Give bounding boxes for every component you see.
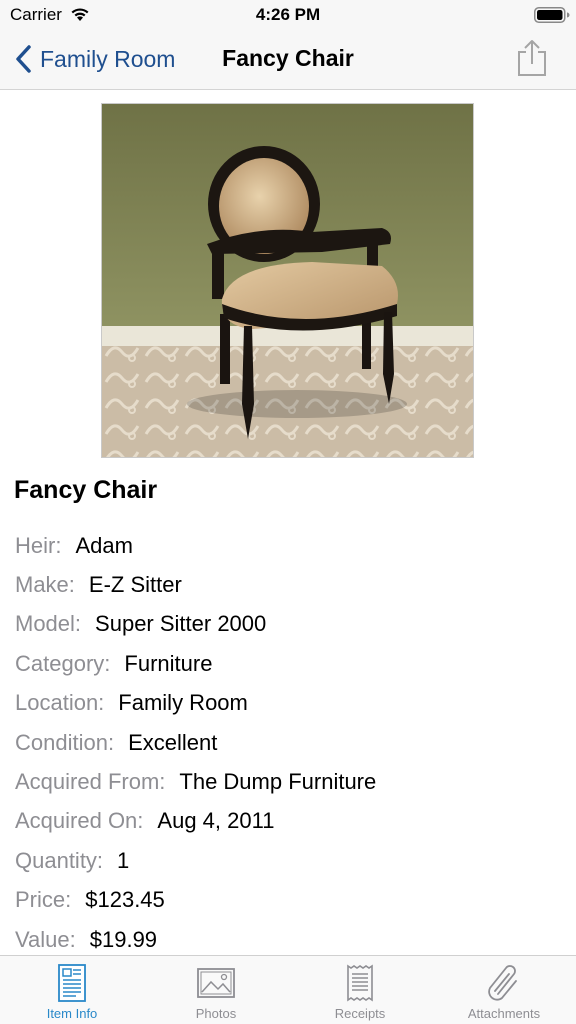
photo-icon	[197, 968, 235, 998]
paperclip-icon	[488, 965, 517, 1001]
detail-label: Value:	[15, 926, 76, 952]
item-photo[interactable]	[101, 103, 474, 458]
detail-label: Price:	[15, 887, 72, 913]
clock: 4:26 PM	[255, 5, 321, 24]
navigation-bar: Family Room Fancy Chair	[0, 30, 576, 90]
status-bar: Carrier 4:26 PM	[0, 0, 576, 30]
detail-label: Category:	[15, 650, 111, 676]
detail-label: Quantity:	[15, 847, 104, 873]
tab-label: Photos	[195, 1006, 237, 1021]
chair-photo	[102, 104, 473, 457]
detail-row-category: Category: Furniture	[15, 644, 565, 683]
detail-row-quantity: Quantity: 1	[15, 841, 565, 880]
detail-row-location: Location: Family Room	[15, 684, 565, 723]
item-details: Heir: Adam Make: E-Z Sitter Model: Super…	[15, 526, 565, 959]
tab-receipts[interactable]: Receipts	[288, 956, 432, 1024]
detail-value: Excellent	[128, 729, 218, 755]
detail-value: Furniture	[124, 650, 213, 676]
detail-row-acquired-on: Acquired On: Aug 4, 2011	[15, 802, 565, 841]
tab-label: Receipts	[334, 1006, 386, 1021]
tab-label: Attachments	[467, 1006, 541, 1021]
nav-title: Fancy Chair	[222, 45, 354, 71]
detail-row-condition: Condition: Excellent	[15, 723, 565, 762]
detail-value: The Dump Furniture	[179, 769, 377, 795]
detail-label: Acquired On:	[15, 808, 144, 834]
detail-label: Model:	[15, 611, 82, 637]
detail-value: 1	[117, 847, 130, 873]
detail-value: $19.99	[89, 926, 158, 952]
detail-value: $123.45	[85, 887, 165, 913]
back-button-label: Family Room	[40, 45, 176, 72]
detail-row-price: Price: $123.45	[15, 881, 565, 920]
detail-value: Super Sitter 2000	[95, 611, 267, 637]
document-icon	[58, 964, 86, 1002]
detail-row-heir: Heir: Adam	[15, 526, 565, 565]
detail-row-acquired-from: Acquired From: The Dump Furniture	[15, 762, 565, 801]
detail-value: Family Room	[118, 690, 248, 716]
detail-row-value: Value: $19.99	[15, 920, 565, 959]
detail-row-make: Make: E-Z Sitter	[15, 565, 565, 604]
detail-label: Heir:	[15, 532, 62, 558]
tab-photos[interactable]: Photos	[144, 956, 288, 1024]
tab-attachments[interactable]: Attachments	[432, 956, 576, 1024]
back-button[interactable]: Family Room	[14, 42, 175, 76]
tab-item-info[interactable]: Item Info	[0, 956, 144, 1024]
detail-label: Location:	[15, 690, 105, 716]
detail-label: Acquired From:	[15, 769, 166, 795]
detail-value: E-Z Sitter	[88, 572, 182, 598]
battery-icon	[534, 7, 570, 23]
share-icon[interactable]	[515, 38, 549, 78]
detail-row-model: Model: Super Sitter 2000	[15, 605, 565, 644]
tab-bar: Item Info Photos Receipts Attachments	[0, 955, 576, 1024]
detail-value: Adam	[75, 532, 133, 558]
detail-value: Aug 4, 2011	[157, 808, 275, 834]
detail-label: Make:	[15, 572, 75, 598]
receipt-icon	[347, 964, 373, 1002]
chevron-left-icon	[16, 45, 31, 73]
item-title: Fancy Chair	[14, 476, 158, 504]
detail-label: Condition:	[15, 729, 115, 755]
tab-label: Item Info	[46, 1006, 98, 1021]
